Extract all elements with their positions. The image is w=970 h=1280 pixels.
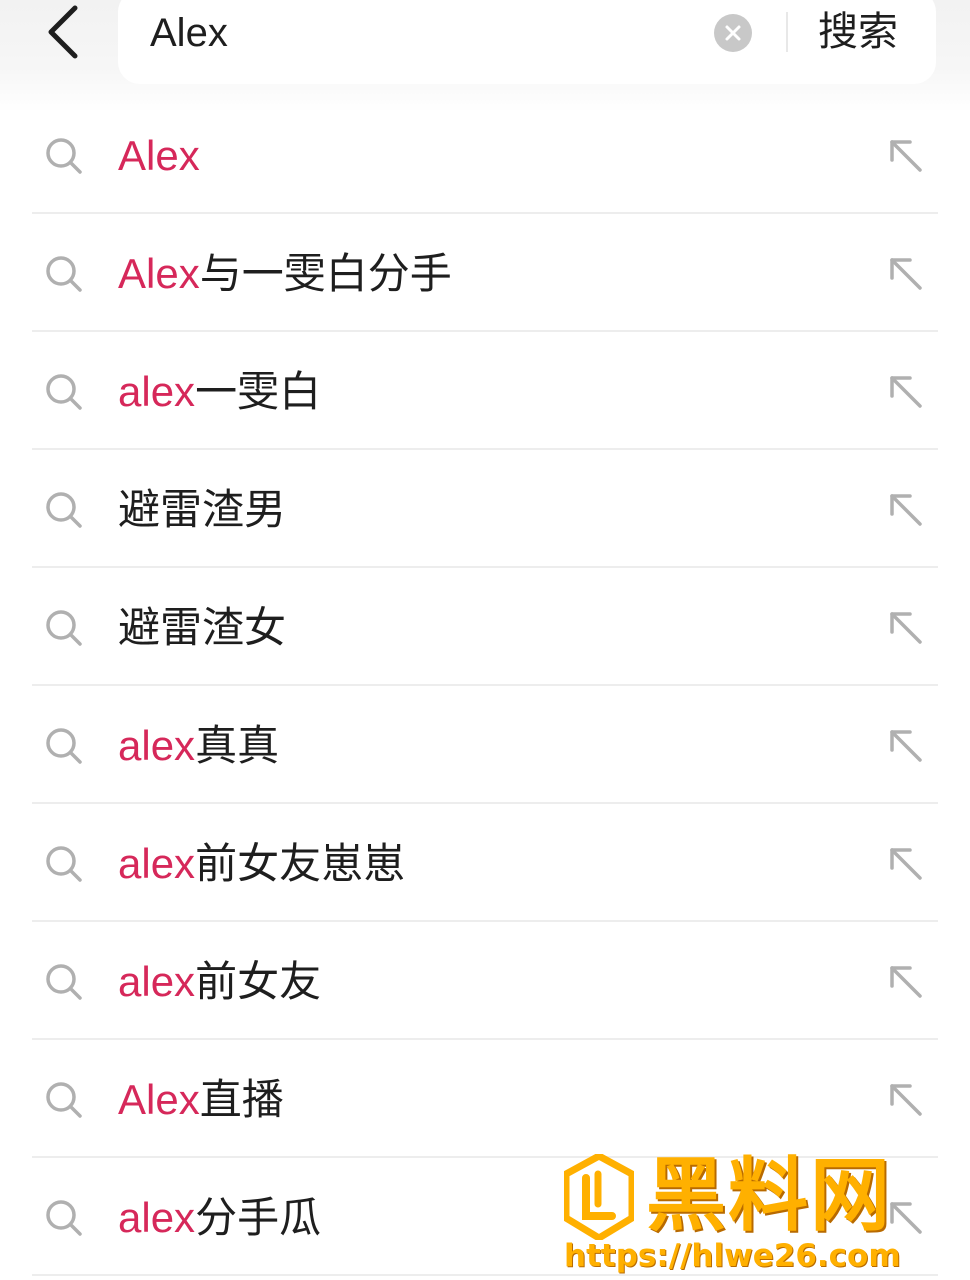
suggestion-row[interactable]: alex一雯白 [0, 332, 970, 450]
suggestion-row[interactable]: alex真真 [0, 686, 970, 804]
suggestion-highlight: alex [118, 840, 196, 887]
watermark: 黑料网 https://hlwe26.com [560, 1150, 940, 1280]
search-icon [46, 138, 82, 174]
suggestion-highlight: alex [118, 1194, 196, 1241]
fill-suggestion-arrow-icon[interactable] [886, 136, 926, 176]
search-button[interactable]: 搜索 [818, 4, 898, 60]
fill-suggestion-arrow-icon[interactable] [886, 962, 926, 1002]
suggestion-rest: 避雷渣女 [118, 603, 287, 652]
search-icon [46, 1200, 82, 1236]
search-divider [786, 12, 788, 52]
suggestion-rest: 前女友崽崽 [195, 839, 406, 888]
suggestion-rest: 避雷渣男 [118, 485, 287, 534]
suggestion-rest: 直播 [199, 1075, 284, 1124]
search-icon [46, 964, 82, 1000]
search-icon [46, 846, 82, 882]
clear-button[interactable] [714, 14, 752, 52]
fill-suggestion-arrow-icon[interactable] [886, 254, 926, 294]
fill-suggestion-arrow-icon[interactable] [886, 1080, 926, 1120]
suggestion-text: Alex直播 [118, 1072, 284, 1128]
suggestion-rest: 前女友 [195, 957, 322, 1006]
suggestion-text: alex前女友 [118, 954, 321, 1010]
suggestion-row[interactable]: Alex [0, 96, 970, 214]
suggestion-rest: 真真 [195, 721, 280, 770]
suggestion-highlight: alex [118, 722, 196, 769]
search-icon [46, 1082, 82, 1118]
suggestion-text: alex一雯白 [118, 364, 321, 420]
search-icon [46, 492, 82, 528]
suggestion-rest: 与一雯白分手 [199, 249, 452, 298]
suggestion-row[interactable]: Alex直播 [0, 1040, 970, 1158]
clear-circle-icon [725, 25, 741, 41]
fill-suggestion-arrow-icon[interactable] [886, 726, 926, 766]
suggestion-highlight: Alex [118, 1076, 200, 1123]
back-button[interactable] [36, 2, 88, 62]
suggestion-highlight: Alex [118, 132, 200, 179]
watermark-logo-icon [564, 1154, 634, 1240]
suggestion-row[interactable]: Alex与一雯白分手 [0, 214, 970, 332]
search-icon [46, 374, 82, 410]
suggestion-rest: 分手瓜 [195, 1193, 322, 1242]
chevron-left-icon [48, 5, 78, 59]
watermark-url: https://hlwe26.com [564, 1238, 901, 1274]
suggestion-text: 避雷渣男 [118, 482, 286, 538]
search-box: 搜索 [118, 0, 936, 84]
suggestion-row[interactable]: alex前女友 [0, 922, 970, 1040]
suggestion-highlight: alex [118, 368, 196, 415]
suggestion-text: Alex与一雯白分手 [118, 246, 452, 302]
fill-suggestion-arrow-icon[interactable] [886, 372, 926, 412]
suggestion-list: Alex Alex与一雯白分手 alex一雯白 避雷渣男 避雷渣女 alex真真 alex前… [0, 96, 970, 1276]
suggestion-text: alex真真 [118, 718, 279, 774]
suggestion-text: alex前女友崽崽 [118, 836, 405, 892]
search-icon [46, 610, 82, 646]
search-icon [46, 728, 82, 764]
suggestion-text: alex分手瓜 [118, 1190, 321, 1246]
fill-suggestion-arrow-icon[interactable] [886, 844, 926, 884]
suggestion-highlight: alex [118, 958, 196, 1005]
suggestion-row[interactable]: 避雷渣男 [0, 450, 970, 568]
suggestion-rest: 一雯白 [195, 367, 322, 416]
search-icon [46, 256, 82, 292]
suggestion-row[interactable]: alex前女友崽崽 [0, 804, 970, 922]
search-input[interactable] [150, 8, 690, 58]
fill-suggestion-arrow-icon[interactable] [886, 608, 926, 648]
suggestion-text: 避雷渣女 [118, 600, 286, 656]
suggestion-text: Alex [118, 128, 200, 184]
suggestion-row[interactable]: 避雷渣女 [0, 568, 970, 686]
watermark-title: 黑料网 [646, 1149, 892, 1242]
fill-suggestion-arrow-icon[interactable] [886, 490, 926, 530]
suggestion-highlight: Alex [118, 250, 200, 297]
